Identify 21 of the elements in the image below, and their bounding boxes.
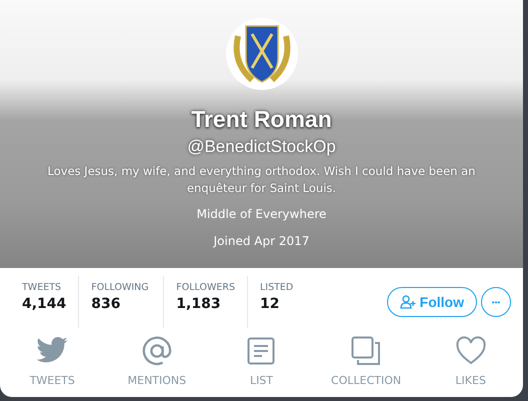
nav-tab[interactable]: TWEETS [2, 336, 102, 387]
profile-location: Middle of Everywhere [196, 207, 326, 221]
profile-name: Trent Roman [191, 106, 332, 133]
nav-tab[interactable]: LIST [211, 336, 312, 387]
at-sign-icon [140, 336, 173, 366]
more-button[interactable]: ••• [481, 287, 511, 317]
stat-link[interactable]: LISTED 12 [247, 276, 312, 328]
stat-link[interactable]: TWEETS 4,144 [10, 276, 78, 328]
stat-link[interactable]: FOLLOWING 836 [78, 276, 164, 328]
list-icon [247, 336, 276, 366]
nav-tab[interactable]: COLLECTION [316, 336, 416, 387]
heart-icon [456, 336, 486, 366]
nav-tab[interactable]: LIKES [420, 336, 521, 387]
profile-handle: @BenedictStockOp [187, 137, 336, 157]
stat-link[interactable]: FOLLOWERS 1,183 [163, 276, 247, 328]
follow-button[interactable]: Follow [386, 287, 477, 317]
add-person-icon [400, 295, 416, 309]
nav-tab[interactable]: MENTIONS [106, 336, 207, 387]
join-date: Joined Apr 2017 [214, 234, 310, 248]
collection-icon [351, 336, 382, 366]
profile-bio: Loves Jesus, my wife, and everything orthodox. Wish I could have been an enquêteur for Saint Louis. [46, 163, 476, 197]
